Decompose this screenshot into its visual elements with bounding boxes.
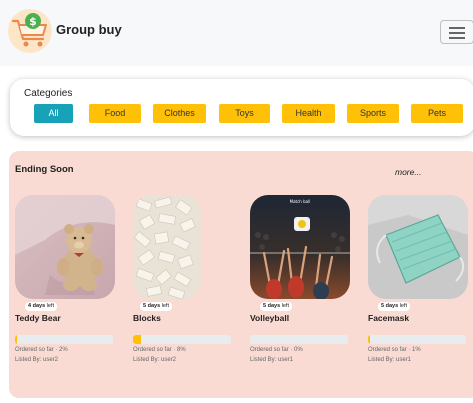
days-left-value: 5 days xyxy=(381,303,399,309)
product-image-blocks[interactable] xyxy=(133,195,201,299)
product-card[interactable]: 5 days left Facemask Ordered so far · 1%… xyxy=(368,195,473,375)
ending-soon-title: Ending Soon xyxy=(15,164,74,175)
ordered-so-far-text: Ordered so far · 1% xyxy=(368,347,421,353)
category-food-button[interactable]: Food xyxy=(89,104,141,123)
categories-title: Categories xyxy=(24,88,73,99)
days-left-badge: 5 days left xyxy=(140,302,172,311)
product-image-teddy-bear[interactable] xyxy=(15,195,115,299)
category-sports-button[interactable]: Sports xyxy=(347,104,399,123)
days-left-label: left xyxy=(46,303,54,309)
category-toys-button[interactable]: Toys xyxy=(219,104,270,123)
menu-toggle-button[interactable] xyxy=(440,20,473,44)
hamburger-menu-icon xyxy=(449,32,465,34)
days-left-value: 4 days xyxy=(28,303,46,309)
order-progress-fill xyxy=(368,335,370,344)
product-image-facemask[interactable] xyxy=(368,195,468,299)
days-left-value: 5 days xyxy=(143,303,161,309)
more-link[interactable]: more... xyxy=(395,167,421,177)
category-all-button[interactable]: All xyxy=(34,104,73,123)
product-card[interactable]: 5 days left Blocks Ordered so far · 8% L… xyxy=(133,195,243,375)
listed-by-text: Listed By: user2 xyxy=(133,357,177,363)
hamburger-menu-icon xyxy=(449,27,465,29)
category-pets-button[interactable]: Pets xyxy=(411,104,463,123)
order-progress-bar xyxy=(133,335,231,344)
order-progress-fill xyxy=(15,335,17,344)
header-bar: $ Group buy xyxy=(0,0,473,66)
ordered-so-far-text: Ordered so far · 2% xyxy=(15,347,68,353)
order-progress-fill xyxy=(133,335,141,344)
brand-title[interactable]: Group buy xyxy=(56,22,122,37)
days-left-label: left xyxy=(399,303,407,309)
svg-text:Match ball: Match ball xyxy=(290,199,311,204)
product-card[interactable]: Match ball 5 days left Volleyball Ordere… xyxy=(250,195,360,375)
order-progress-bar xyxy=(368,335,466,344)
listed-by-text: Listed By: user1 xyxy=(368,357,412,363)
product-image-volleyball[interactable]: Match ball xyxy=(250,195,350,299)
days-left-badge: 4 days left xyxy=(25,302,57,311)
ending-soon-section: Ending Soon more... 4 days left Teddy Be… xyxy=(9,151,473,398)
ordered-so-far-text: Ordered so far · 0% xyxy=(250,347,303,353)
shopping-cart-dollar-icon[interactable]: $ xyxy=(6,7,54,55)
days-left-label: left xyxy=(161,303,169,309)
ordered-so-far-text: Ordered so far · 8% xyxy=(133,347,186,353)
days-left-value: 5 days xyxy=(263,303,281,309)
category-clothes-button[interactable]: Clothes xyxy=(153,104,206,123)
product-name[interactable]: Volleyball xyxy=(250,313,289,323)
product-name[interactable]: Blocks xyxy=(133,313,161,323)
categories-panel: Categories All Food Clothes Toys Health … xyxy=(10,79,473,136)
order-progress-bar xyxy=(15,335,113,344)
days-left-label: left xyxy=(281,303,289,309)
days-left-badge: 5 days left xyxy=(378,302,410,311)
product-card[interactable]: 4 days left Teddy Bear Ordered so far · … xyxy=(15,195,125,375)
product-name[interactable]: Teddy Bear xyxy=(15,313,61,323)
order-progress-bar xyxy=(250,335,348,344)
product-name[interactable]: Facemask xyxy=(368,313,409,323)
days-left-badge: 5 days left xyxy=(260,302,292,311)
hamburger-menu-icon xyxy=(449,37,465,39)
listed-by-text: Listed By: user2 xyxy=(15,357,59,363)
listed-by-text: Listed By: user1 xyxy=(250,357,294,363)
category-health-button[interactable]: Health xyxy=(282,104,335,123)
svg-text:$: $ xyxy=(29,15,37,28)
